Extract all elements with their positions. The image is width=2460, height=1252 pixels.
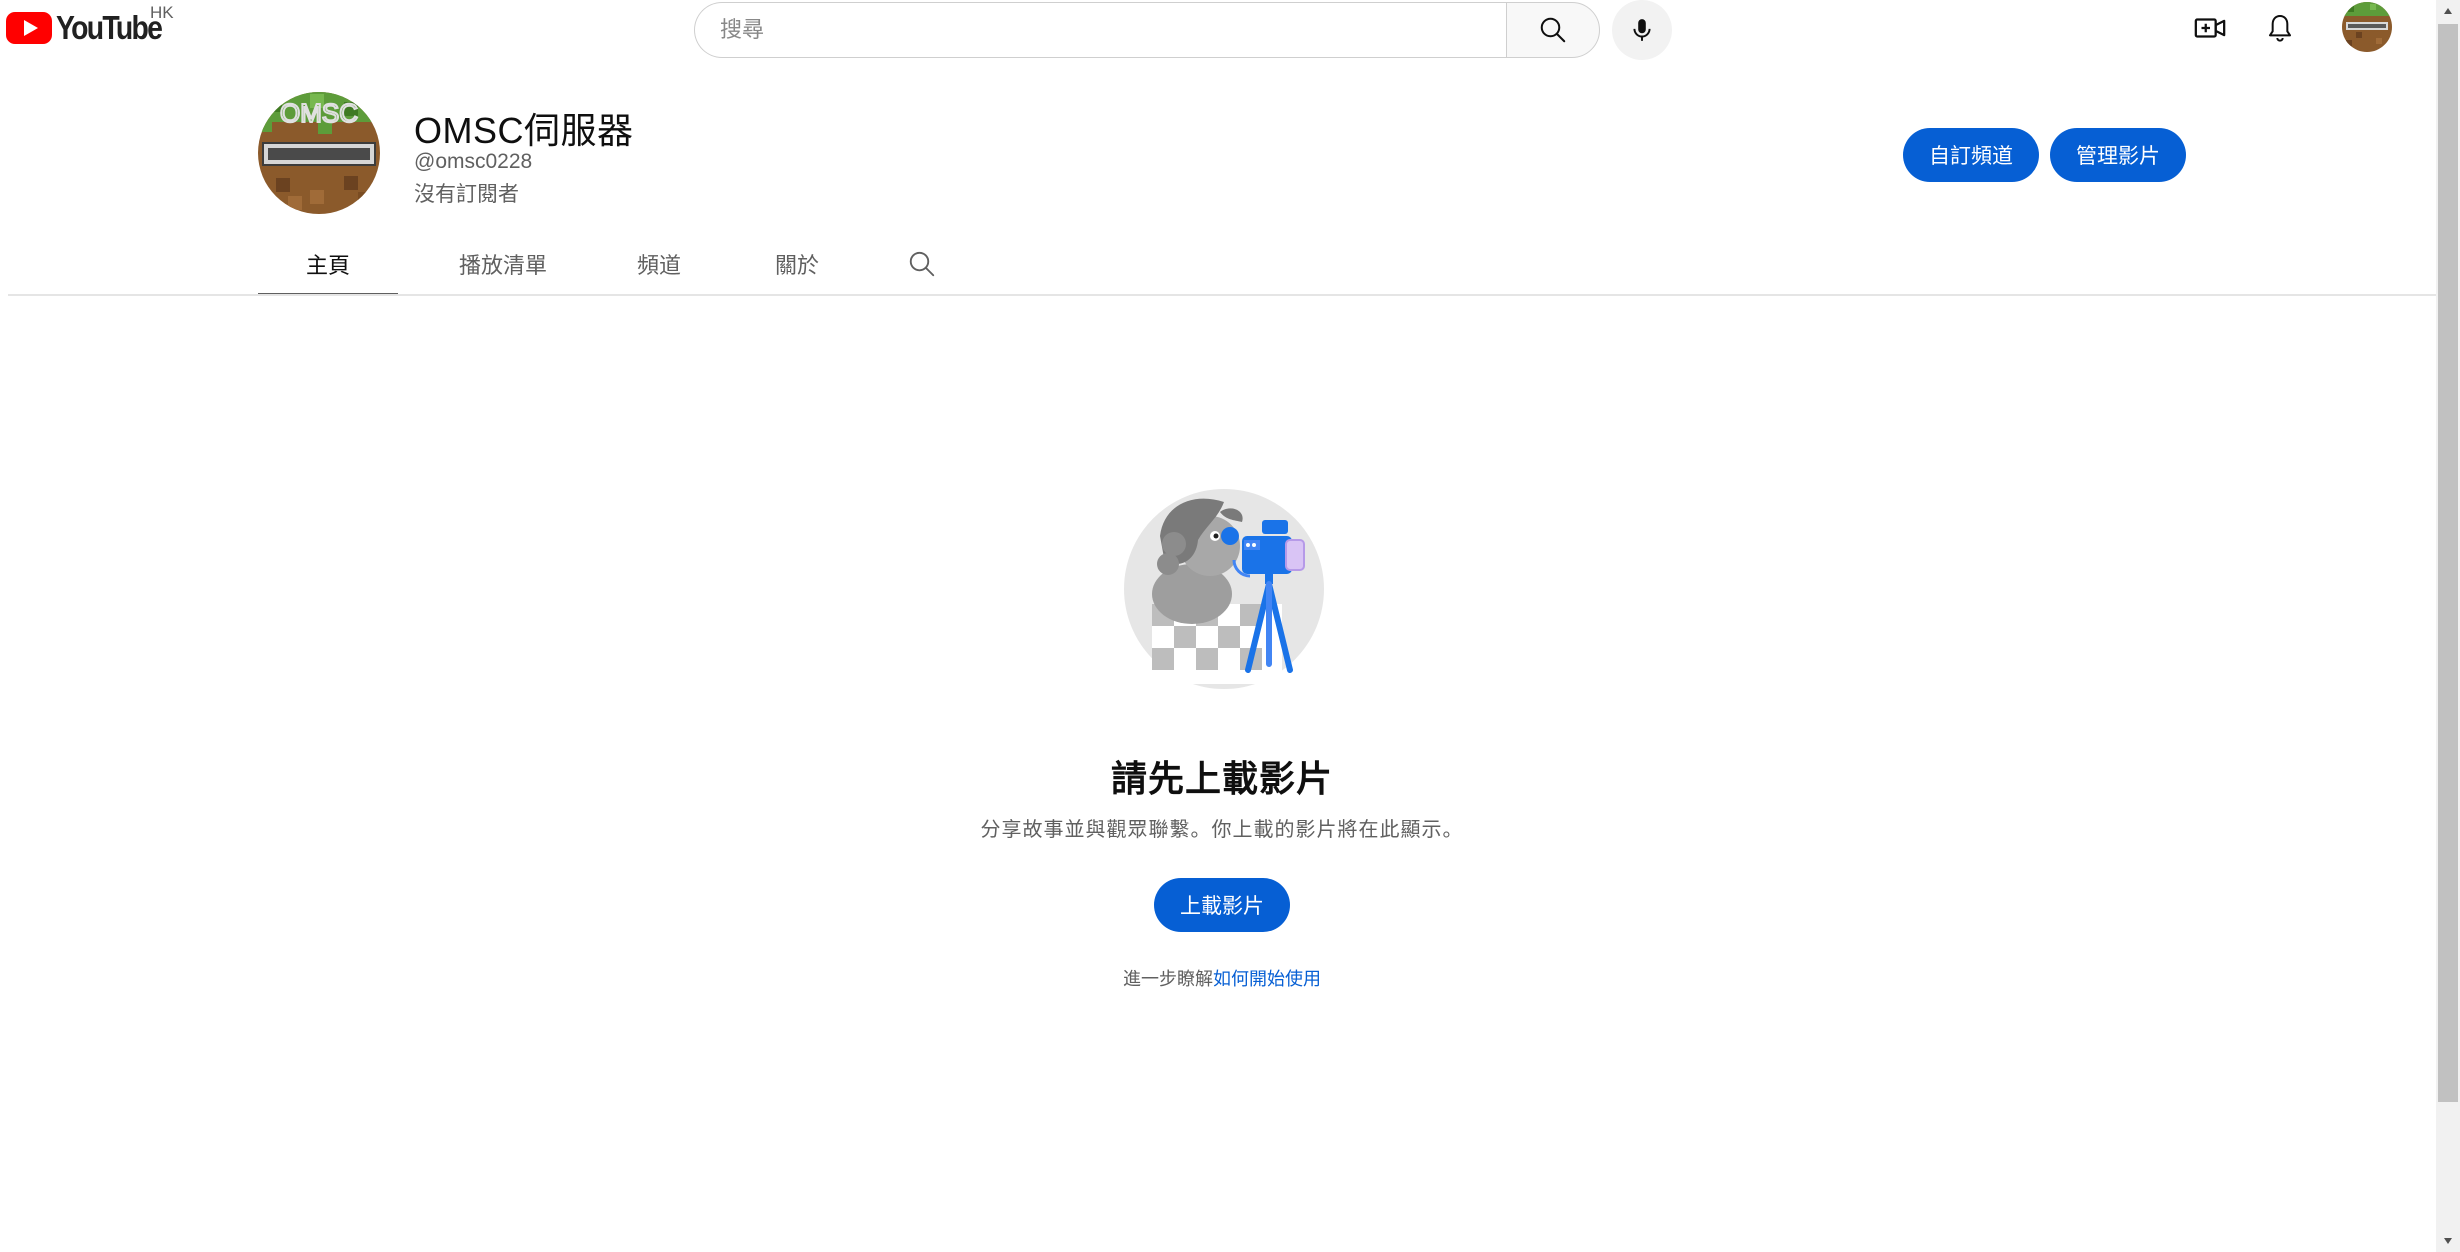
search-input[interactable]	[720, 17, 1506, 43]
manage-videos-button[interactable]: 管理影片	[2050, 128, 2186, 182]
svg-text:OMSC: OMSC	[280, 98, 358, 128]
top-bar: YouTube HK	[0, 0, 2436, 60]
tab-playlists[interactable]: 播放清單	[428, 232, 578, 296]
account-avatar[interactable]	[2342, 2, 2392, 52]
minecraft-avatar-icon: OMSC	[258, 92, 380, 214]
minecraft-avatar-icon	[2342, 2, 2392, 52]
get-started-link[interactable]: 如何開始使用	[1213, 969, 1321, 989]
tab-label: 播放清單	[458, 253, 547, 278]
tab-search[interactable]	[894, 232, 950, 296]
bell-icon	[2269, 15, 2291, 42]
notifications-button[interactable]	[2258, 6, 2302, 50]
scroll-down-arrow-icon[interactable]	[2436, 1230, 2460, 1252]
search-icon	[909, 251, 935, 277]
empty-state-description: 分享故事並與觀眾聯繫。你上載的影片將在此顯示。	[980, 819, 1464, 841]
scrollbar-thumb[interactable]	[2438, 24, 2458, 1102]
scroll-up-arrow-icon[interactable]	[2436, 0, 2460, 22]
upload-video-button[interactable]: 上載影片	[1154, 878, 1290, 932]
search-icon	[1540, 17, 1566, 43]
channel-avatar[interactable]: OMSC	[258, 92, 380, 214]
videographer-illustration	[1124, 489, 1324, 689]
empty-state-title: 請先上載影片	[1110, 758, 1333, 799]
learn-more-text: 進一步瞭解如何開始使用	[0, 965, 2444, 991]
page-scrollbar[interactable]	[2436, 0, 2460, 1252]
channel-name: OMSC伺服器	[414, 110, 634, 151]
mic-icon	[1633, 19, 1651, 41]
tab-label: 主頁	[305, 253, 350, 278]
create-video-icon	[2194, 18, 2226, 38]
region-code: HK	[150, 3, 174, 22]
tab-about[interactable]: 關於	[742, 232, 852, 296]
search-button[interactable]	[1506, 2, 1600, 58]
voice-search-button[interactable]	[1612, 0, 1672, 60]
search-bar	[694, 0, 1672, 60]
tab-label: 關於	[774, 253, 819, 278]
tab-home[interactable]: 主頁	[258, 232, 398, 296]
customize-channel-button[interactable]: 自訂頻道	[1903, 128, 2039, 182]
youtube-play-icon	[6, 12, 52, 44]
tabs-divider	[8, 294, 2436, 296]
create-button[interactable]	[2188, 6, 2232, 50]
youtube-wordmark: YouTube	[56, 9, 163, 46]
learn-more-prefix: 進一步瞭解	[1123, 969, 1213, 989]
channel-handle: @omsc0228	[414, 150, 533, 173]
subscriber-count: 沒有訂閱者	[414, 183, 519, 206]
tab-channels[interactable]: 頻道	[604, 232, 714, 296]
search-box	[694, 2, 1506, 58]
tab-label: 頻道	[636, 253, 681, 278]
